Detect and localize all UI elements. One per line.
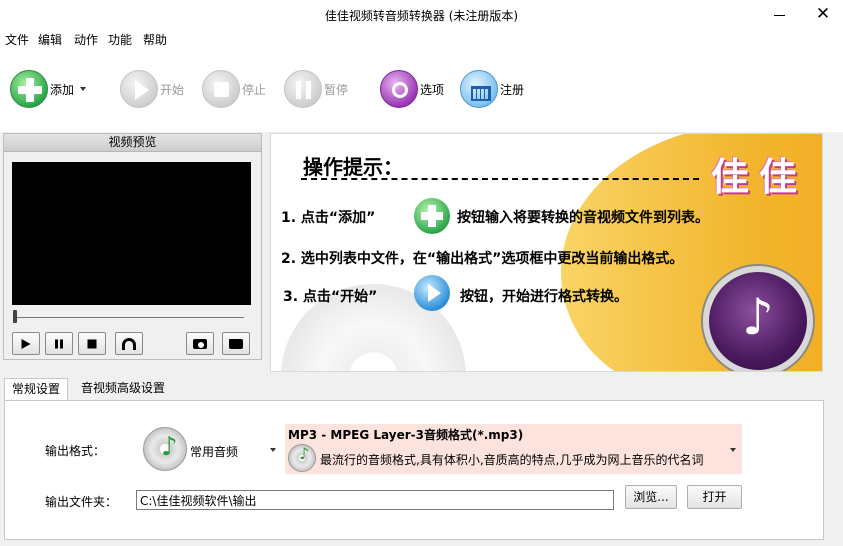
output-folder-label: 输出文件夹： bbox=[45, 495, 118, 509]
register-button[interactable]: 注册 bbox=[460, 68, 524, 110]
music-note-icon: ♪ bbox=[161, 432, 178, 462]
add-icon bbox=[10, 70, 48, 108]
stop-button[interactable]: 停止 bbox=[202, 68, 266, 110]
tips-divider bbox=[301, 178, 699, 180]
tip-step-3b: 按钮，开始进行格式转换。 bbox=[460, 289, 628, 305]
music-note-icon: ♪ bbox=[299, 444, 310, 463]
format-category-value: 常用音频 bbox=[190, 445, 239, 459]
chevron-down-icon bbox=[730, 448, 736, 452]
pause-icon bbox=[55, 339, 63, 348]
close-button[interactable]: ✕ bbox=[803, 0, 843, 30]
window-title: 佳佳视频转音频转换器 (未注册版本) bbox=[324, 9, 519, 23]
chevron-down-icon[interactable] bbox=[80, 87, 87, 91]
menu-help[interactable]: 帮助 bbox=[143, 31, 167, 48]
stop-icon bbox=[87, 339, 97, 348]
open-button[interactable]: 打开 bbox=[687, 485, 742, 509]
menu-file[interactable]: 文件 bbox=[5, 31, 29, 48]
seek-handle[interactable] bbox=[13, 310, 17, 323]
play-button[interactable] bbox=[12, 332, 40, 355]
menu-function[interactable]: 功能 bbox=[108, 31, 132, 48]
play-icon bbox=[120, 70, 158, 108]
menu-action[interactable]: 动作 bbox=[74, 31, 98, 48]
music-note-icon: ♪ bbox=[703, 266, 813, 371]
minimize-button[interactable] bbox=[760, 0, 800, 30]
stop-icon bbox=[202, 70, 240, 108]
format-name: MP3 - MPEG Layer-3音频格式(*.mp3) bbox=[288, 428, 524, 442]
add-button[interactable]: 添加 bbox=[10, 68, 87, 110]
snapshot-button[interactable] bbox=[186, 332, 214, 355]
tip-step-1b: 按钮输入将要转换的音视频文件到列表。 bbox=[457, 210, 709, 226]
camera-icon bbox=[193, 338, 207, 349]
start-button[interactable]: 开始 bbox=[120, 68, 184, 110]
stop-playback-button[interactable] bbox=[78, 332, 106, 355]
music-note-glyph: ♪ bbox=[742, 288, 774, 346]
menu-bar: 文件 编辑 动作 功能 帮助 bbox=[0, 30, 843, 50]
options-button[interactable]: 选项 bbox=[380, 68, 444, 110]
options-label: 选项 bbox=[420, 82, 445, 97]
toolbar: 添加 开始 停止 暂停 选项 注册 bbox=[0, 50, 843, 132]
tip-step-1a: 1. 点击“添加” bbox=[281, 210, 376, 226]
add-label: 添加 bbox=[50, 82, 75, 97]
video-preview-panel: 视频预览 bbox=[3, 133, 262, 360]
tip-step-3a: 3. 点击“开始” bbox=[283, 289, 378, 305]
brand-logo: 佳佳 bbox=[711, 154, 808, 199]
audio-button[interactable] bbox=[115, 332, 143, 355]
stop-label: 停止 bbox=[242, 82, 267, 97]
title-bar: 佳佳视频转音频转换器 (未注册版本) ✕ bbox=[0, 0, 843, 30]
format-category-select[interactable]: ♪ 常用音频 bbox=[139, 424, 282, 474]
play-icon bbox=[414, 275, 450, 311]
format-detail-select[interactable]: MP3 - MPEG Layer-3音频格式(*.mp3) ♪ 最流行的音频格式… bbox=[285, 424, 742, 474]
basket-icon bbox=[460, 70, 498, 108]
general-settings-panel: 输出格式： ♪ 常用音频 MP3 - MPEG Layer-3音频格式(*.mp… bbox=[4, 400, 824, 540]
tab-general-settings[interactable]: 常规设置 bbox=[4, 378, 69, 402]
output-folder-input[interactable] bbox=[136, 490, 614, 510]
tab-advanced-settings[interactable]: 音视频高级设置 bbox=[74, 378, 172, 400]
chevron-down-icon bbox=[270, 448, 276, 452]
pause-playback-button[interactable] bbox=[45, 332, 73, 355]
preview-title: 视频预览 bbox=[4, 134, 261, 152]
seek-track[interactable] bbox=[14, 317, 244, 318]
gear-icon bbox=[380, 70, 418, 108]
open-folder-button[interactable] bbox=[222, 332, 250, 355]
format-description: 最流行的音频格式,具有体积小,音质高的特点,几乎成为网上音乐的代名词 bbox=[320, 453, 704, 467]
pause-icon bbox=[284, 70, 322, 108]
menu-edit[interactable]: 编辑 bbox=[38, 31, 62, 48]
browse-button[interactable]: 浏览... bbox=[625, 485, 677, 509]
start-label: 开始 bbox=[160, 82, 185, 97]
register-label: 注册 bbox=[500, 82, 525, 97]
add-icon bbox=[414, 198, 450, 234]
play-icon bbox=[21, 338, 31, 349]
video-screen bbox=[12, 162, 251, 305]
tips-heading: 操作提示： bbox=[303, 155, 403, 179]
pause-button[interactable]: 暂停 bbox=[284, 68, 348, 110]
tip-step-2: 2. 选中列表中文件，在“输出格式”选项框中更改当前输出格式。 bbox=[281, 251, 684, 267]
headphones-icon bbox=[122, 337, 136, 350]
folder-icon bbox=[229, 338, 243, 349]
output-format-label: 输出格式： bbox=[45, 444, 106, 458]
tips-banner: 佳佳 操作提示： 1. 点击“添加” 按钮输入将要转换的音视频文件到列表。 2.… bbox=[270, 133, 823, 372]
pause-label: 暂停 bbox=[324, 82, 349, 97]
